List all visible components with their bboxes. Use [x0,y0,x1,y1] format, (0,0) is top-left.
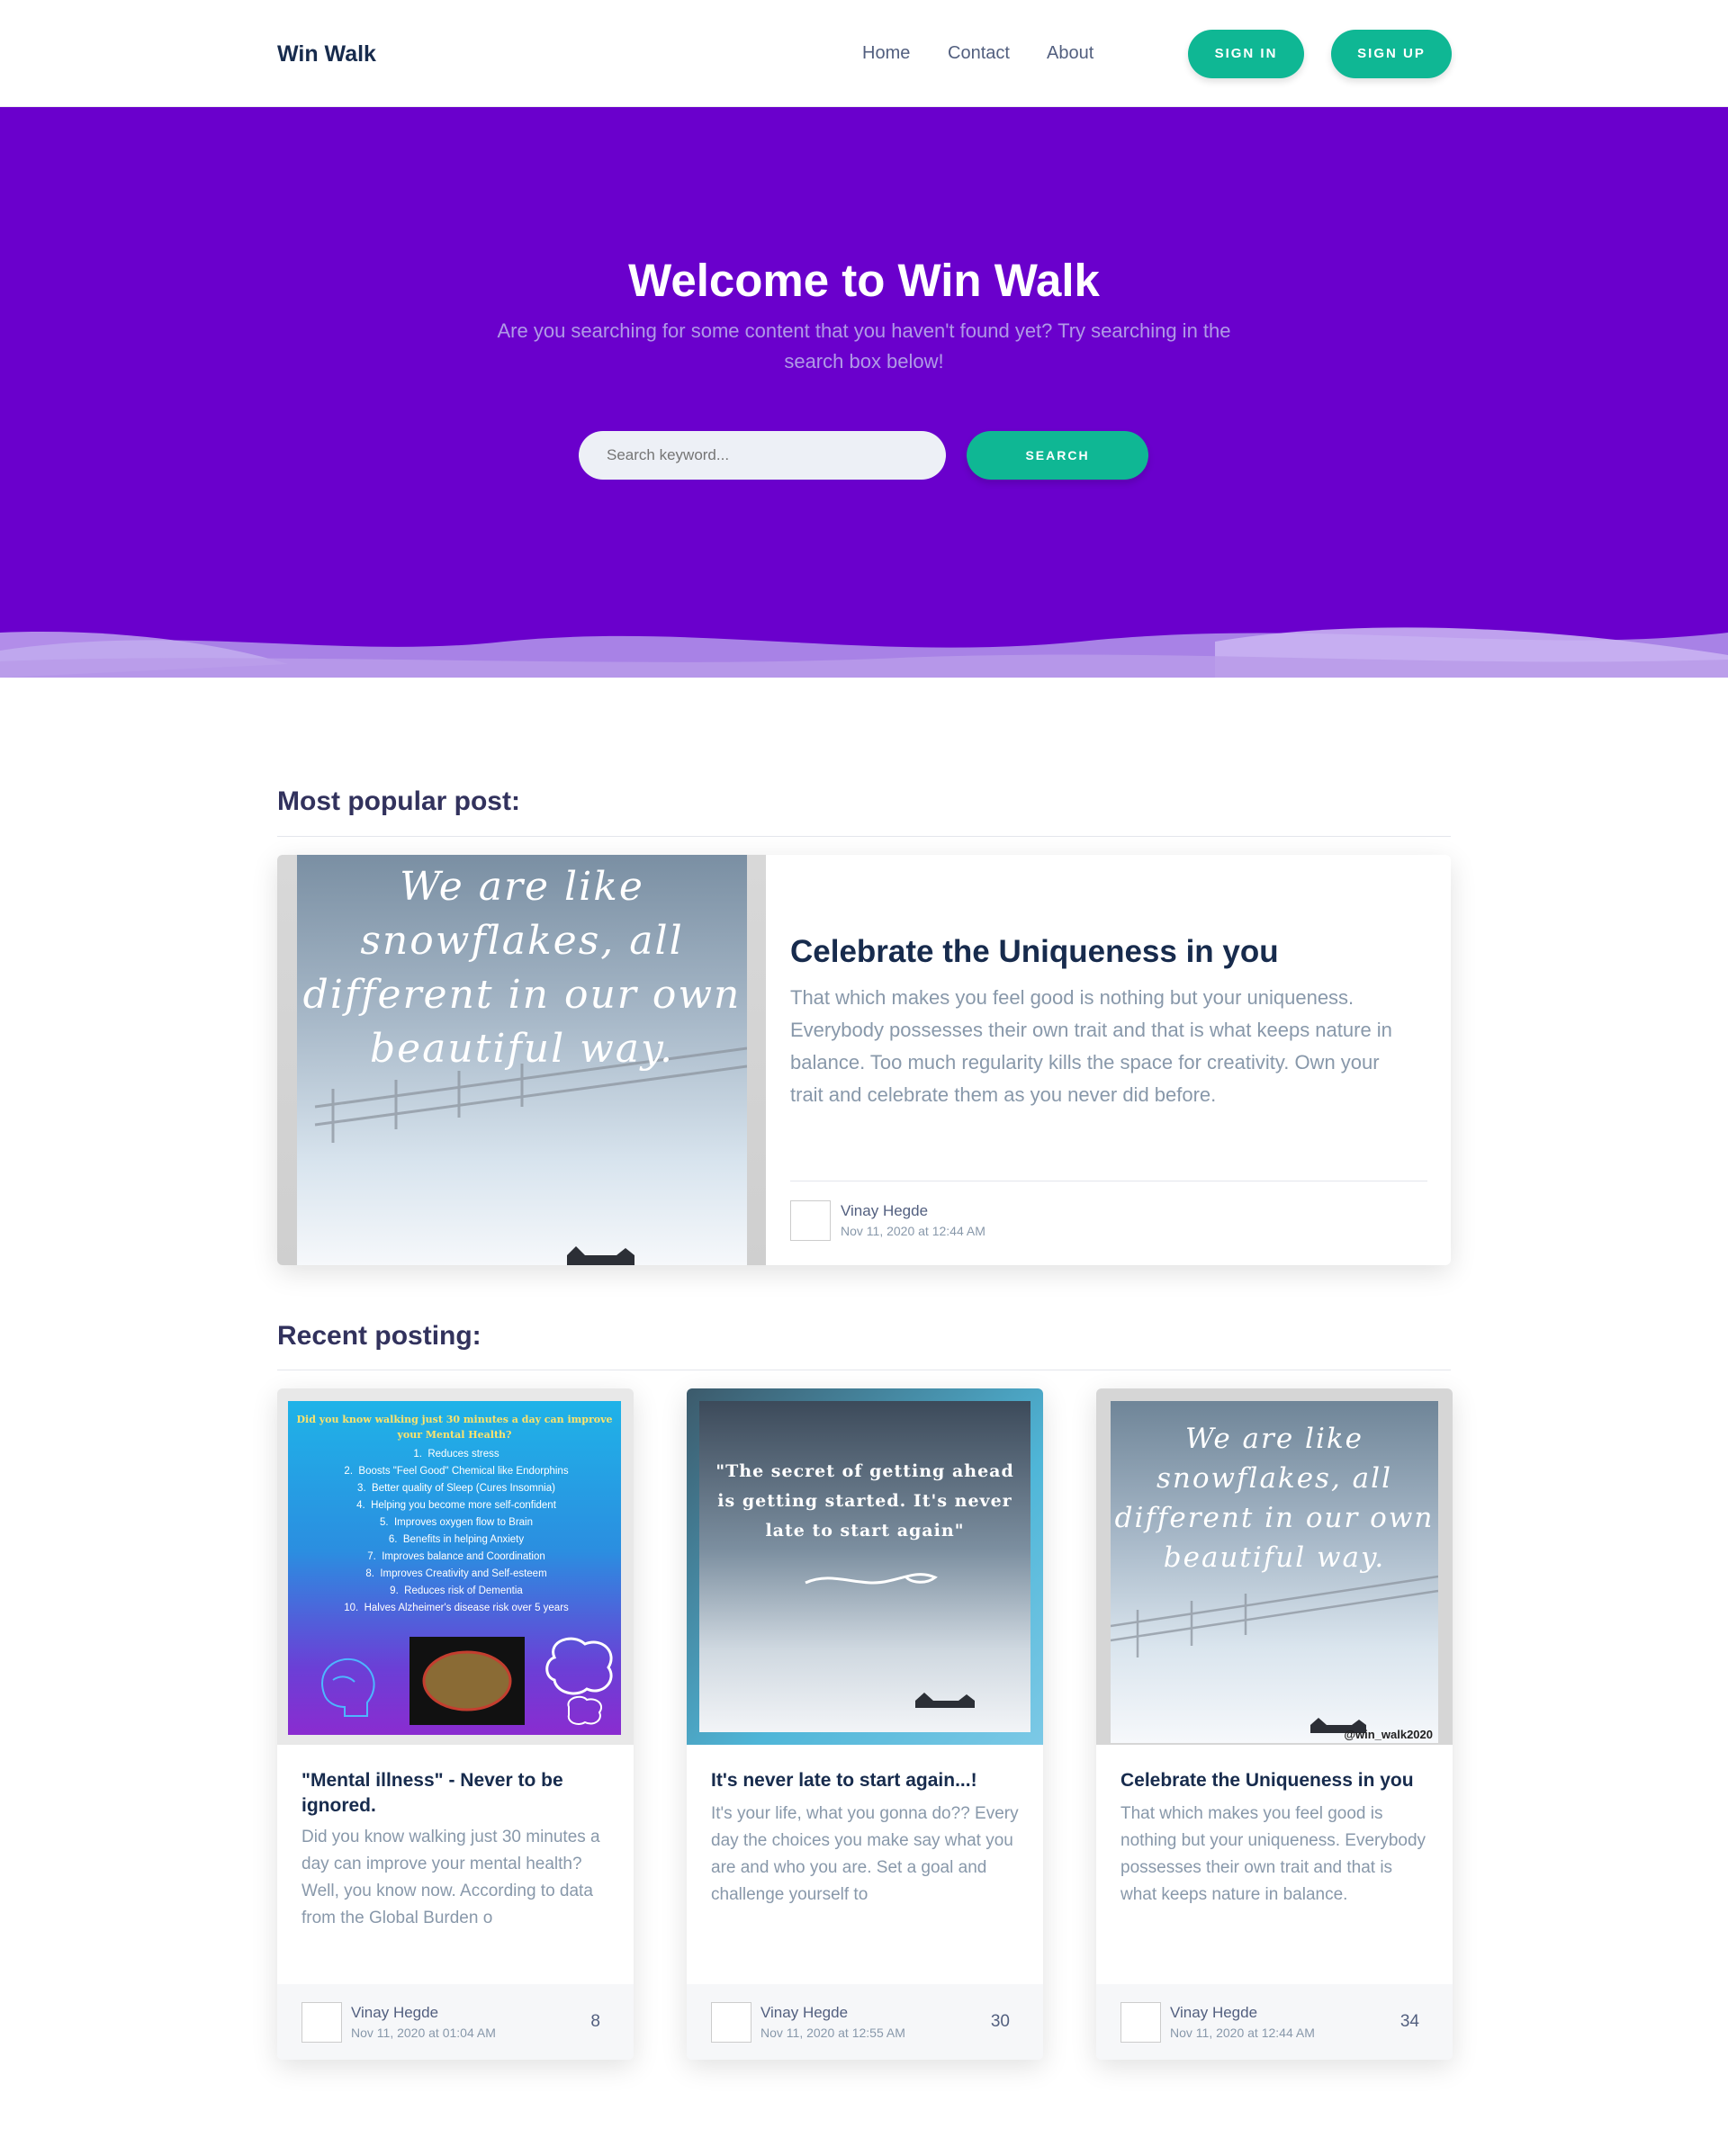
small-brain-outline-icon [567,1695,603,1725]
post-date: Nov 11, 2020 at 12:55 AM [760,2026,905,2040]
sign-up-button[interactable]: SIGN UP [1331,30,1452,78]
infographic-list-item: Benefits in helping Anxiety [402,1534,525,1545]
snowy-landscape-image: We are like snowflakes, all different in… [297,855,747,1265]
post-image[interactable]: We are like snowflakes, all different in… [1096,1388,1453,1745]
view-count: 34 [1400,2012,1419,2031]
avatar [790,1200,831,1241]
hero-title: Welcome to Win Walk [628,255,1100,306]
recent-post-card[interactable]: We are like snowflakes, all different in… [1096,1388,1453,2060]
author-name: Vinay Hegde [1170,2004,1258,2021]
post-excerpt: It's your life, what you gonna do?? Ever… [711,1804,1019,1904]
hero-subtitle: Are you searching for some content that … [497,319,1231,373]
image-quote-line: different in our own [1114,1502,1435,1534]
recent-posting-heading: Recent posting: [277,1321,482,1351]
post-title[interactable]: It's never late to start again...! [711,1768,1017,1793]
post-image[interactable]: "The secret of getting ahead is getting … [687,1388,1043,1745]
head-brain-icon [321,1657,375,1717]
infographic-list: 1. Reduces stress 2. Boosts "Feel Good" … [344,1449,569,1613]
avatar [711,2002,752,2043]
infographic-list-item: Improves Creativity and Self-esteem [380,1568,547,1579]
popular-post-image[interactable]: We are like snowflakes, all different in… [277,855,766,1265]
author-name: Vinay Hegde [841,1202,929,1219]
nav-link-contact[interactable]: Contact [948,43,1010,64]
hero-section: Welcome to Win Walk Are you searching fo… [0,107,1728,678]
post-footer: Vinay Hegde Nov 11, 2020 at 01:04 AM 8 [277,1984,634,2060]
post-image[interactable]: Did you know walking just 30 minutes a d… [277,1388,634,1745]
popular-post-excerpt: That which makes you feel good is nothin… [790,986,1392,1106]
brain-icon [422,1650,512,1711]
image-watermark: @win_walk2020 [1344,1728,1433,1741]
post-excerpt: That which makes you feel good is nothin… [1120,1804,1426,1904]
infographic-list-item: Helping you become more self-confident [371,1500,556,1511]
search-button[interactable]: SEARCH [967,431,1148,480]
infographic-list-item: Halves Alzheimer's disease risk over 5 y… [364,1603,569,1613]
most-popular-heading: Most popular post: [277,786,520,816]
infographic-list-item: Improves balance and Coordination [382,1551,545,1562]
infographic-list-item: Better quality of Sleep (Cures Insomnia) [372,1483,555,1494]
popular-post-card[interactable]: We are like snowflakes, all different in… [277,855,1451,1265]
infographic-heading: Did you know walking just 30 minutes a d… [296,1414,613,1441]
nav-link-home[interactable]: Home [862,43,910,64]
image-quote-line: snowflakes, all [360,918,684,964]
recent-post-card[interactable]: "The secret of getting ahead is getting … [687,1388,1043,2060]
snowy-landscape-image: "The secret of getting ahead is getting … [699,1401,1030,1732]
infographic-list-item: Reduces stress [428,1449,500,1460]
image-quote-line: We are like [1185,1423,1364,1455]
image-quote-line: different in our own [302,972,742,1018]
sign-in-button[interactable]: SIGN IN [1188,30,1304,78]
snowy-landscape-image: We are like snowflakes, all different in… [1111,1401,1438,1743]
post-excerpt: Did you know walking just 30 minutes a d… [302,1828,600,1927]
swirl-and-cabins [805,1573,975,1708]
post-footer: Vinay Hegde Nov 11, 2020 at 12:44 AM 34 [1096,1984,1453,2060]
hero-wave-decoration [0,627,1728,678]
brand-logo[interactable]: Win Walk [277,41,376,67]
nav-link-about[interactable]: About [1047,43,1094,64]
infographic-list-item: Improves oxygen flow to Brain [393,1517,534,1528]
post-title[interactable]: Celebrate the Uniqueness in you [1120,1768,1426,1793]
image-quote-line: We are like [400,864,644,910]
infographic-image: Did you know walking just 30 minutes a d… [288,1401,621,1735]
post-date: Nov 11, 2020 at 01:04 AM [351,2026,496,2040]
view-count: 30 [990,2012,1010,2031]
author-name: Vinay Hegde [760,2004,849,2021]
brain-outline-icon [545,1637,613,1695]
post-footer: Vinay Hegde Nov 11, 2020 at 12:55 AM 30 [687,1984,1043,2060]
recent-post-card[interactable]: Did you know walking just 30 minutes a d… [277,1388,634,2060]
infographic-list-item: Reduces risk of Dementia [404,1586,523,1596]
post-date: Nov 11, 2020 at 12:44 AM [1170,2026,1315,2040]
image-quote-line: beautiful way. [369,1026,675,1072]
post-date: Nov 11, 2020 at 12:44 AM [841,1224,986,1238]
popular-post-title[interactable]: Celebrate the Uniqueness in you [790,934,1279,970]
image-quote-line: beautiful way. [1163,1541,1386,1574]
section-divider [277,836,1451,837]
avatar [302,2002,342,2043]
search-input[interactable] [579,431,946,480]
view-count: 8 [590,2012,600,2031]
post-title[interactable]: "Mental illness" - Never to be ignored. [302,1768,608,1819]
image-quote-line: snowflakes, all [1156,1462,1392,1495]
author-name: Vinay Hegde [351,2004,439,2021]
navbar: Win Walk Home Contact About SIGN IN SIGN… [0,0,1728,107]
brain-illustrations [321,1637,613,1725]
avatar [1120,2002,1161,2043]
infographic-list-item: Boosts "Feel Good" Chemical like Endorph… [358,1466,569,1477]
